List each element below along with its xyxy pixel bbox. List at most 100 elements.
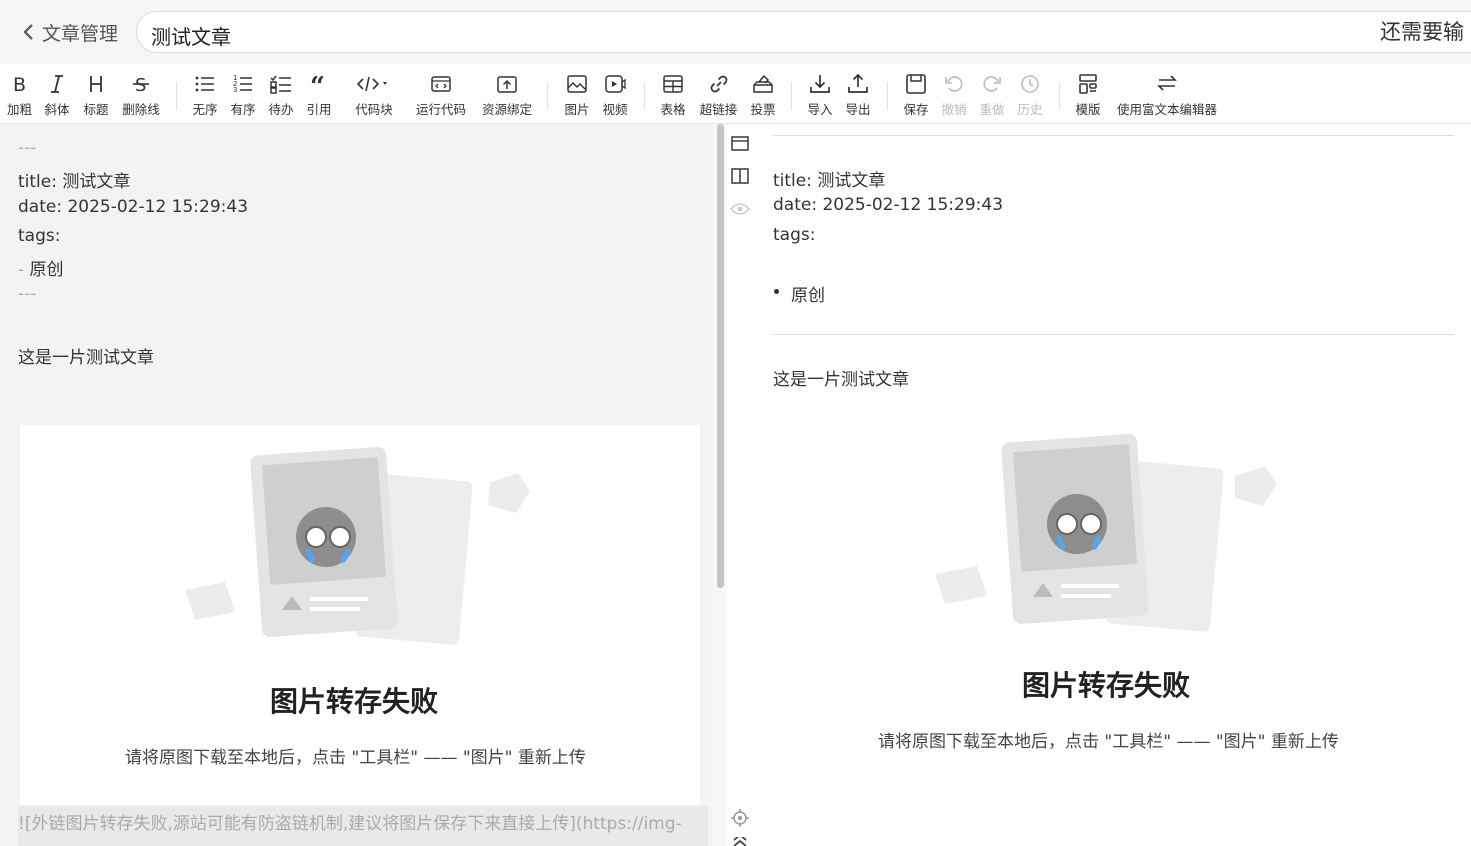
redo-icon — [983, 76, 1001, 92]
upload-icon — [848, 73, 868, 93]
vote-button[interactable]: 投票 — [748, 70, 778, 118]
toolbar-divider — [644, 82, 645, 110]
frontmatter-open: --- — [18, 138, 37, 158]
editor-body-text: 这是一片测试文章 — [18, 348, 154, 368]
image-markdown-line: ![外链图片转存失败,源站可能有防盗链机制,建议将图片保存下来直接上传](htt… — [18, 806, 708, 846]
save-button[interactable]: 保存 — [901, 70, 931, 118]
save-icon — [906, 74, 926, 94]
preview-body-text: 这是一片测试文章 — [773, 370, 909, 390]
template-button[interactable]: 模版 — [1073, 70, 1103, 118]
quote-icon: “ — [310, 73, 325, 95]
image-failure-description: 请将原图下载至本地后，点击 "工具栏" —— "图片" 重新上传 — [125, 748, 586, 768]
single-pane-icon — [731, 136, 749, 151]
preview-tags-line: tags: — [773, 225, 816, 245]
editor-scrollbar-thumb[interactable] — [717, 124, 724, 588]
video-icon — [605, 75, 626, 93]
ordered-list-icon: 123 — [233, 74, 252, 94]
quote-button[interactable]: “ 引用 — [304, 70, 334, 118]
strikethrough-icon: S — [133, 75, 149, 95]
bold-button[interactable]: B 加粗 — [5, 70, 34, 118]
history-icon — [1021, 75, 1039, 93]
collapse-icon — [733, 837, 747, 846]
table-button[interactable]: 表格 — [658, 70, 688, 118]
editor-title-line: title: 测试文章 — [18, 172, 131, 192]
code-block-button[interactable]: 代码块 — [350, 70, 398, 118]
svg-text:B: B — [13, 74, 26, 95]
italic-button[interactable]: 斜体 — [42, 70, 72, 118]
editor-toolbar: B 加粗 斜体 标题 S 删除线 无序 123 有序 待办 “ 引用 代码块 运… — [0, 64, 1471, 139]
header-bar: 文章管理 测试文章 还需要输 — [0, 0, 1471, 64]
preview-hr — [773, 135, 1454, 136]
bold-icon: B — [13, 74, 26, 95]
eye-icon — [730, 203, 750, 215]
toolbar-divider — [887, 82, 888, 110]
todo-list-icon — [270, 75, 291, 94]
hyperlink-button[interactable]: 超链接 — [697, 70, 740, 118]
upload-box-icon — [497, 76, 517, 93]
export-button[interactable]: 导出 — [843, 70, 873, 118]
template-icon — [1079, 74, 1097, 94]
image-failure-title: 图片转存失败 — [1022, 669, 1191, 702]
italic-icon — [51, 75, 63, 93]
svg-text:“: “ — [310, 73, 325, 95]
redo-button[interactable]: 重做 — [977, 70, 1007, 118]
strikethrough-button[interactable]: S 删除线 — [119, 70, 163, 118]
broken-image-illustration — [185, 447, 530, 645]
chevron-left-icon — [23, 24, 33, 40]
image-failure-placeholder: 图片转存失败 请将原图下载至本地后，点击 "工具栏" —— "图片" 重新上传 — [20, 425, 700, 805]
image-button[interactable]: 图片 — [562, 70, 592, 118]
history-button[interactable]: 历史 — [1015, 70, 1045, 118]
editor-date-line: date: 2025-02-12 15:29:43 — [18, 197, 249, 217]
toolbar-divider — [791, 82, 792, 110]
svg-text:3: 3 — [233, 86, 237, 94]
toolbar-divider — [176, 82, 177, 110]
vote-icon — [753, 74, 773, 93]
collapse-button[interactable] — [729, 837, 751, 846]
heading-icon — [90, 76, 102, 92]
sync-scroll-button[interactable] — [729, 807, 751, 829]
download-icon — [810, 75, 830, 93]
broken-image-illustration — [935, 434, 1277, 632]
markdown-editor[interactable]: --- title: 测试文章 date: 2025-02-12 15:29:4… — [0, 124, 713, 846]
image-failure-title: 图片转存失败 — [270, 685, 439, 718]
remaining-chars-hint: 还需要输 — [1380, 20, 1464, 44]
run-code-icon — [431, 76, 451, 92]
video-button[interactable]: 视频 — [600, 70, 630, 118]
editor-tag-item: - 原创 — [18, 260, 64, 280]
undo-icon — [945, 76, 963, 92]
run-code-button[interactable]: 运行代码 — [412, 70, 470, 118]
toolbar-divider — [547, 82, 548, 110]
swap-icon — [1157, 75, 1177, 91]
locate-icon — [731, 809, 749, 827]
code-icon — [357, 76, 387, 92]
ordered-list-button[interactable]: 123 有序 — [228, 70, 258, 118]
preview-tag-item: 原创 — [774, 281, 825, 306]
heading-button[interactable]: 标题 — [81, 70, 111, 118]
unordered-list-icon — [195, 76, 214, 92]
preview-only-button[interactable] — [729, 198, 751, 220]
preview-title-line: title: 测试文章 — [773, 171, 886, 191]
back-button[interactable]: 文章管理 — [22, 18, 118, 46]
image-icon — [567, 75, 587, 93]
back-label: 文章管理 — [42, 22, 119, 45]
unordered-list-button[interactable]: 无序 — [190, 70, 220, 118]
import-button[interactable]: 导入 — [805, 70, 835, 118]
editor-tags-line: tags: — [18, 226, 61, 246]
resource-binding-button[interactable]: 资源绑定 — [478, 70, 536, 118]
markdown-preview: title: 测试文章 date: 2025-02-12 15:29:43 ta… — [755, 124, 1471, 846]
split-view-button[interactable] — [729, 165, 751, 187]
article-title-value: 测试文章 — [151, 25, 231, 49]
svg-text:S: S — [135, 75, 146, 95]
preview-date-line: date: 2025-02-12 15:29:43 — [773, 195, 1004, 215]
article-title-input[interactable]: 测试文章 — [136, 11, 1471, 53]
image-failure-description: 请将原图下载至本地后，点击 "工具栏" —— "图片" 重新上传 — [878, 732, 1339, 752]
toolbar-divider — [1059, 82, 1060, 110]
switch-richtext-editor-button[interactable]: 使用富文本编辑器 — [1111, 70, 1223, 118]
editor-only-view-button[interactable] — [729, 132, 751, 154]
todo-list-button[interactable]: 待办 — [266, 70, 296, 118]
table-icon — [663, 75, 683, 93]
frontmatter-close: --- — [18, 284, 37, 304]
split-pane-icon — [731, 168, 749, 184]
undo-button[interactable]: 撤销 — [939, 70, 969, 118]
preview-hr — [773, 334, 1454, 335]
